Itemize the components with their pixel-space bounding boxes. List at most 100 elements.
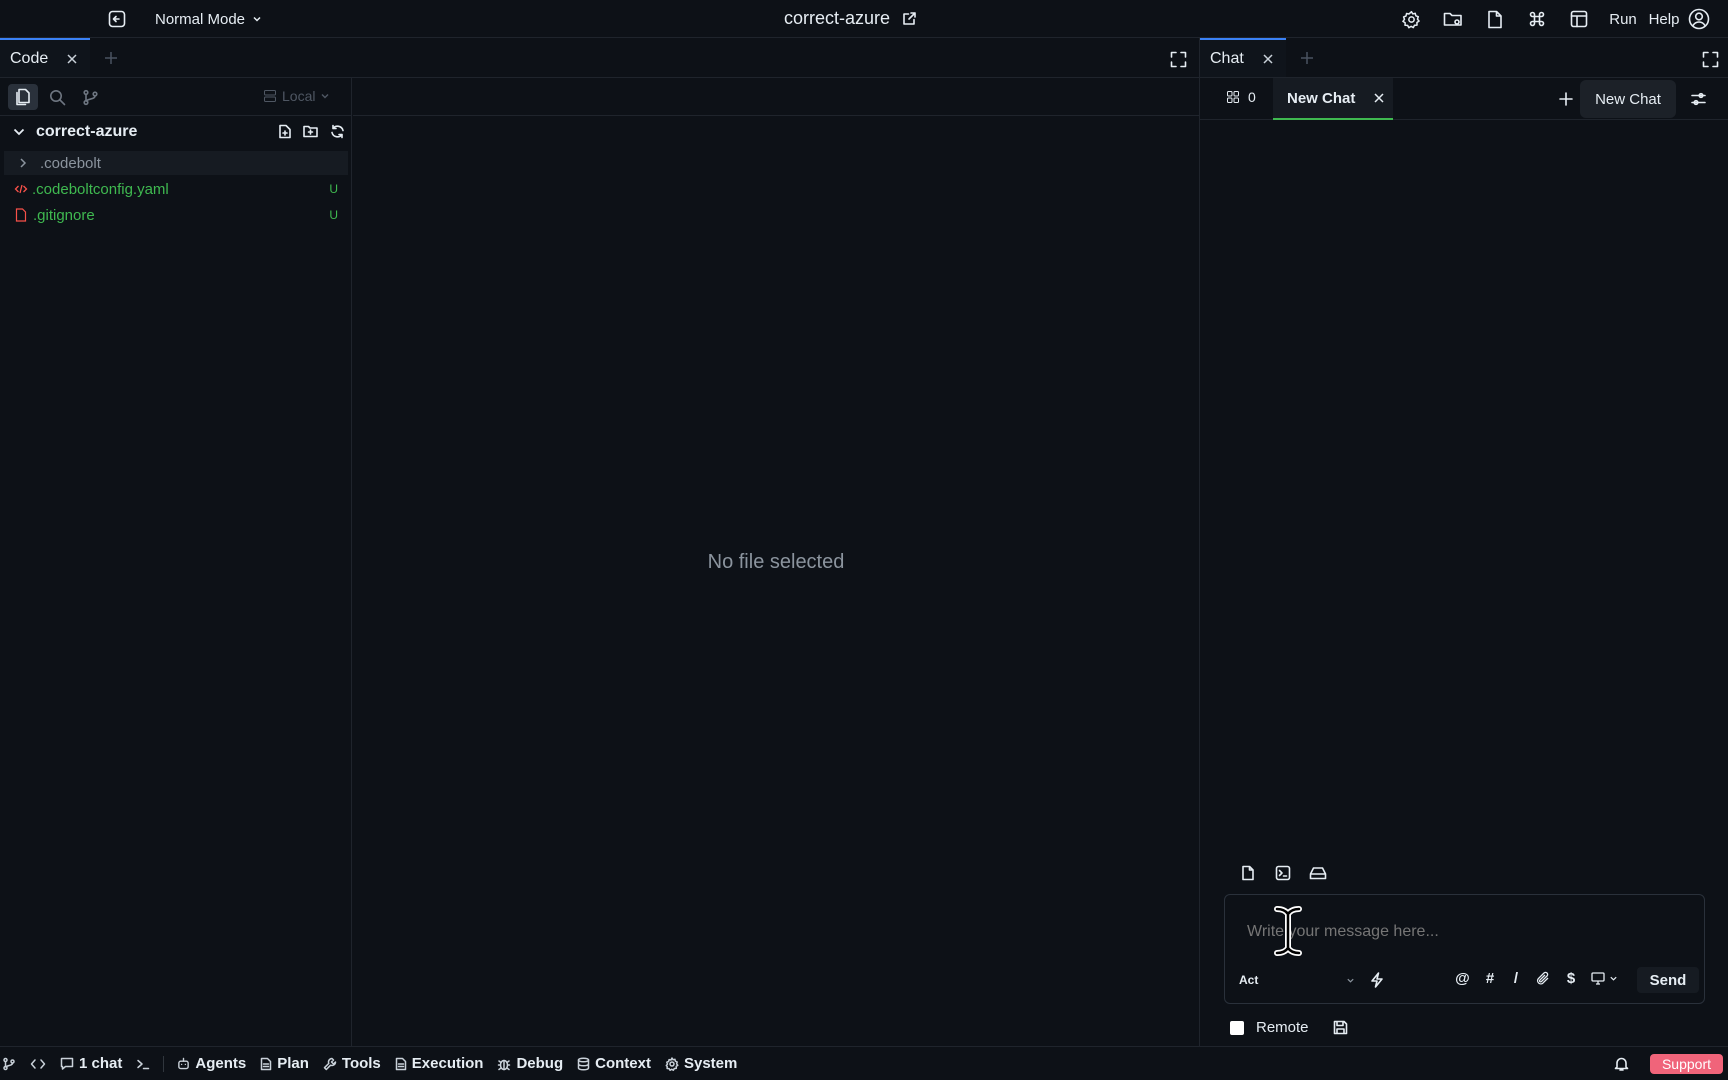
environment-dropdown[interactable] [1585, 972, 1623, 985]
lightning-icon[interactable] [1367, 970, 1387, 990]
remote-checkbox[interactable] [1230, 1020, 1244, 1035]
topbar-actions: Run Help [1390, 6, 1714, 32]
statusbar-debug-label: Debug [516, 1055, 564, 1072]
terminal-icon[interactable] [1273, 863, 1293, 883]
tab-code[interactable]: Code [0, 38, 91, 77]
statusbar-tools[interactable]: Tools [316, 1055, 388, 1072]
robot-icon [178, 1057, 190, 1070]
chat-tab-new-chat[interactable]: New Chat [1273, 78, 1393, 120]
statusbar-tools-label: Tools [341, 1055, 381, 1072]
git-branch-status-icon[interactable] [0, 1057, 23, 1071]
collapse-sidebar-icon[interactable] [106, 9, 128, 29]
statusbar-context[interactable]: Context [570, 1055, 658, 1072]
statusbar-context-label: Context [595, 1055, 651, 1072]
mode-label: Normal Mode [155, 10, 246, 28]
chevron-down-icon [13, 128, 25, 136]
files-icon[interactable] [8, 84, 38, 110]
chevron-down-icon [1347, 978, 1354, 983]
document-icon [395, 1057, 407, 1070]
monitor-icon [1590, 972, 1605, 985]
database-icon [577, 1056, 590, 1071]
file-icon[interactable] [1474, 6, 1516, 32]
slash-command-button[interactable]: / [1503, 970, 1529, 987]
file-icon [15, 208, 27, 222]
user-avatar-icon[interactable] [1684, 6, 1714, 32]
git-untracked-badge: U [329, 182, 338, 196]
empty-editor-message: No file selected [707, 550, 845, 573]
mention-at-button[interactable]: @ [1448, 970, 1477, 987]
chevron-down-icon [253, 16, 261, 22]
maximize-icon[interactable] [1700, 49, 1720, 69]
location-dropdown[interactable]: Local [263, 88, 330, 104]
statusbar-execution-label: Execution [411, 1055, 484, 1072]
folder-settings-icon[interactable] [1432, 6, 1474, 32]
chevron-right-icon [20, 158, 27, 168]
chat-bubble-icon [60, 1057, 74, 1070]
support-button[interactable]: Support [1650, 1054, 1723, 1074]
chevron-down-icon [321, 94, 329, 99]
mode-dropdown[interactable]: Normal Mode [155, 9, 263, 29]
chat-panel: Chat 0 New Chat New Chat Write your mess… [1199, 38, 1728, 1046]
tree-item-label: .codeboltconfig.yaml [32, 180, 169, 198]
statusbar-agents[interactable]: Agents [170, 1055, 253, 1072]
statusbar-plan[interactable]: Plan [253, 1055, 316, 1072]
tree-item-gitignore[interactable]: .gitignore U [4, 203, 348, 227]
code-brackets-icon[interactable] [23, 1057, 53, 1071]
layout-icon[interactable] [1558, 6, 1600, 32]
new-chat-tooltip: New Chat [1580, 80, 1676, 118]
search-icon[interactable] [46, 86, 68, 108]
open-external-icon[interactable] [902, 11, 917, 26]
chat-subtabs: 0 New Chat New Chat [1200, 78, 1728, 120]
project-root-row[interactable]: correct-azure [0, 117, 352, 147]
save-icon[interactable] [1333, 1020, 1348, 1035]
new-folder-icon[interactable] [303, 124, 318, 138]
tree-item-codeboltconfig[interactable]: .codeboltconfig.yaml U [4, 177, 348, 201]
agents-counter[interactable]: 0 [1226, 89, 1256, 105]
grid-icon [1227, 91, 1239, 103]
refresh-icon[interactable] [330, 124, 345, 139]
run-button[interactable]: Run [1600, 6, 1642, 32]
chat-message-input[interactable] [1247, 923, 1667, 941]
paperclip-icon[interactable] [1529, 971, 1557, 986]
project-title: correct-azure [784, 8, 891, 28]
help-button[interactable]: Help [1642, 6, 1684, 32]
location-label: Local [282, 88, 316, 104]
close-icon[interactable] [1262, 53, 1274, 65]
mode-act-label: Act [1239, 973, 1259, 987]
tree-item-codebolt-folder[interactable]: .codebolt [4, 151, 348, 175]
statusbar-debug[interactable]: Debug [490, 1055, 570, 1072]
mention-hash-button[interactable]: # [1477, 970, 1503, 987]
drive-icon[interactable] [1308, 863, 1328, 883]
maximize-icon[interactable] [1168, 49, 1188, 69]
statusbar-system-label: System [683, 1055, 738, 1072]
git-branch-icon[interactable] [79, 86, 101, 108]
chat-tab-label: New Chat [1287, 89, 1356, 107]
add-tab-icon[interactable] [90, 38, 132, 77]
send-button[interactable]: Send [1637, 967, 1699, 993]
attach-file-icon[interactable] [1238, 863, 1258, 883]
statusbar-system[interactable]: System [658, 1055, 744, 1072]
project-root-name: correct-azure [36, 123, 138, 140]
server-icon [264, 90, 276, 102]
filter-sliders-icon[interactable] [1688, 89, 1708, 109]
gear-icon [665, 1056, 679, 1071]
chat-count-button[interactable]: 1 chat [53, 1055, 129, 1072]
command-icon[interactable] [1516, 6, 1558, 32]
new-chat-plus-icon[interactable] [1556, 89, 1576, 109]
dollar-button[interactable]: $ [1557, 970, 1585, 987]
statusbar-plan-label: Plan [277, 1055, 309, 1072]
new-file-icon[interactable] [278, 124, 292, 139]
close-icon[interactable] [66, 53, 78, 65]
mode-act-select[interactable]: Act [1233, 969, 1361, 991]
add-tab-icon[interactable] [1286, 38, 1328, 77]
close-icon[interactable] [1373, 92, 1385, 104]
tab-chat-label: Chat [1210, 49, 1244, 67]
sidebar-toolbar: Local [0, 78, 352, 116]
top-bar: Normal Mode correct-azure Run Help [0, 0, 1728, 38]
terminal-prompt-icon[interactable] [129, 1057, 157, 1071]
tab-code-label: Code [10, 49, 49, 67]
notifications-bell-icon[interactable] [1614, 1056, 1629, 1072]
statusbar-execution[interactable]: Execution [388, 1055, 491, 1072]
tab-chat[interactable]: Chat [1200, 38, 1286, 77]
settings-gear-icon[interactable] [1390, 6, 1432, 32]
